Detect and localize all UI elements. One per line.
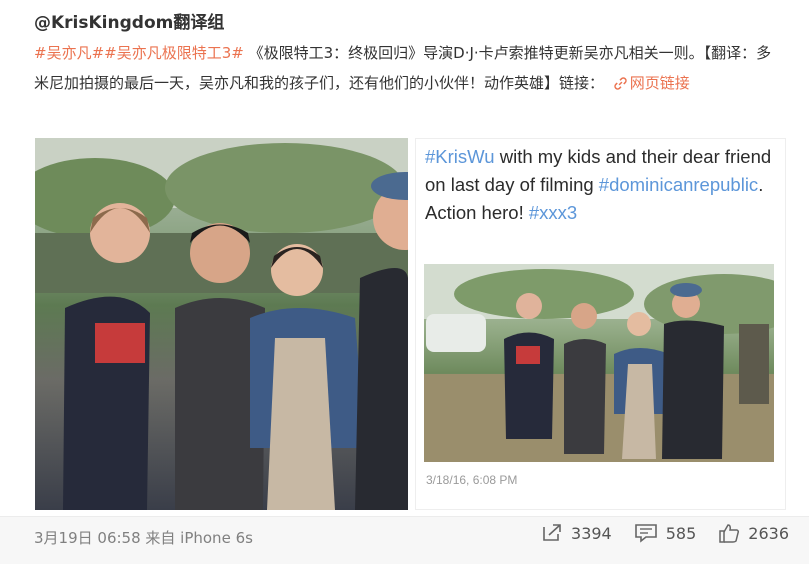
like-icon: [718, 523, 740, 543]
tweet-segment[interactable]: #dominicanrepublic: [599, 174, 758, 195]
web-link[interactable]: 网页链接: [609, 74, 690, 92]
comment-icon: [634, 523, 658, 543]
repost-button[interactable]: 3394: [541, 523, 612, 543]
tweet-timestamp: 3/18/16, 6:08 PM: [426, 473, 518, 487]
group-photo[interactable]: [35, 138, 408, 510]
post-author[interactable]: @KrisKingdom翻译组: [34, 8, 224, 33]
post-footer: 3月19日 06:58 来自 iPhone 6s 3394 585 2636: [0, 516, 809, 564]
post-time-source[interactable]: 3月19日 06:58 来自 iPhone 6s: [34, 527, 253, 548]
tweet-text: #KrisWu with my kids and their dear frie…: [425, 143, 780, 227]
tweet-segment[interactable]: #KrisWu: [425, 146, 495, 167]
comment-count: 585: [665, 523, 697, 543]
web-link-label: 网页链接: [629, 74, 690, 92]
like-button[interactable]: 2636: [718, 523, 789, 543]
like-count: 2636: [748, 523, 789, 543]
tweet-card[interactable]: #KrisWu with my kids and their dear frie…: [415, 138, 786, 510]
hashtag[interactable]: #吴亦凡#: [34, 44, 104, 62]
tweet-segment[interactable]: #xxx3: [529, 202, 577, 223]
repost-icon: [541, 523, 563, 543]
link-icon: [613, 71, 628, 101]
hashtag[interactable]: #吴亦凡极限特工3#: [104, 44, 244, 62]
tweet-photo[interactable]: [424, 264, 774, 462]
post-text: #吴亦凡##吴亦凡极限特工3# 《极限特工3：终极回归》导演D·J·卡卢索推特更…: [34, 38, 786, 101]
comment-button[interactable]: 585: [634, 523, 697, 543]
repost-count: 3394: [571, 523, 612, 543]
post-actions: 3394 585 2636: [541, 523, 789, 543]
